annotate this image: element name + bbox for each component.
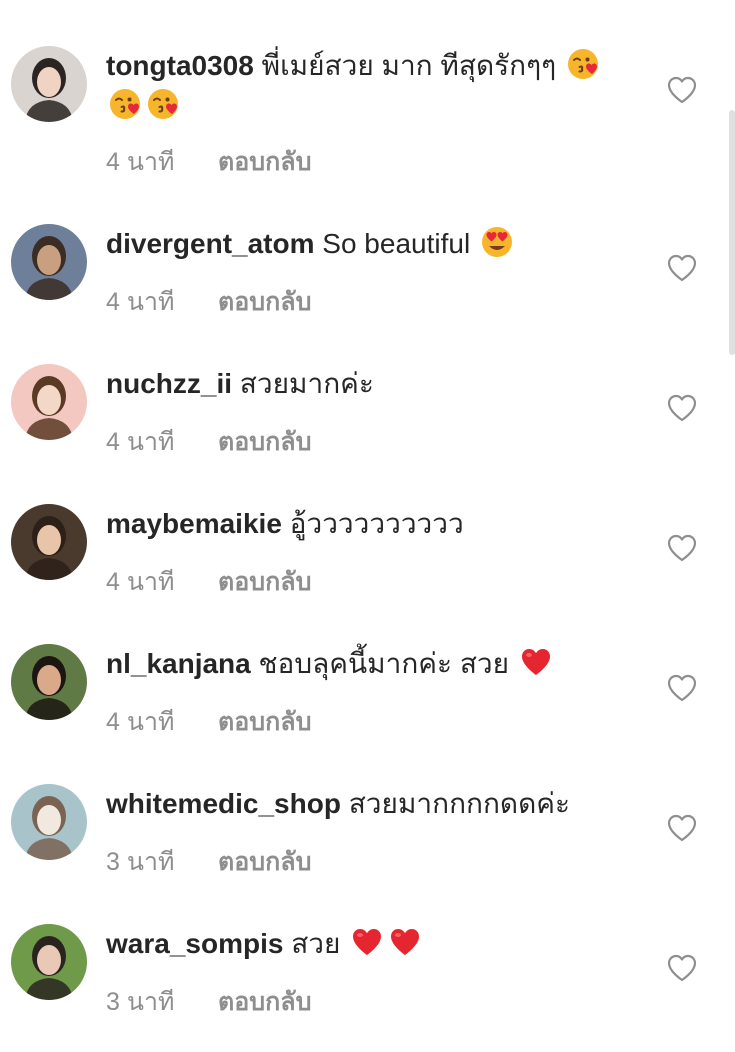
comment-item: tongta0308 พี่เมย์สวย มาก ทีสุดรักๆๆ 4 น… xyxy=(0,34,735,176)
comment-body: ชอบลุคนี้มากค่ะ สวย xyxy=(258,648,510,679)
kissing-heart-emoji-icon xyxy=(108,87,142,121)
comment-item: divergent_atom So beautiful 4 นาที ตอบกลั… xyxy=(0,212,735,352)
comment-username[interactable]: whitemedic_shop xyxy=(106,788,341,819)
like-heart-icon[interactable] xyxy=(666,393,698,423)
comment-body: สวย xyxy=(291,928,341,959)
comment-body: สวยมากค่ะ xyxy=(239,368,374,399)
comment-username[interactable]: tongta0308 xyxy=(106,50,254,81)
comment-username[interactable]: wara_sompis xyxy=(106,928,283,959)
avatar[interactable] xyxy=(11,924,87,1000)
avatar[interactable] xyxy=(11,504,87,580)
comment-timestamp: 4 นาที xyxy=(106,568,175,596)
comment-username[interactable]: nl_kanjana xyxy=(106,648,251,679)
like-heart-icon[interactable] xyxy=(666,813,698,843)
comment-text: wara_sompis สวย xyxy=(106,924,636,964)
comment-username[interactable]: maybemaikie xyxy=(106,508,282,539)
comment-item: nuchzz_ii สวยมากค่ะ 4 นาที ตอบกลับ xyxy=(0,352,735,492)
comment-meta: 4 นาที ตอบกลับ xyxy=(106,142,311,182)
reply-button[interactable]: ตอบกลับ xyxy=(218,708,311,736)
comment-meta: 4 นาที ตอบกลับ xyxy=(106,702,311,742)
like-heart-icon[interactable] xyxy=(666,953,698,983)
comment-body: พี่เมย์สวย มาก ทีสุดรักๆๆ xyxy=(261,50,557,81)
like-heart-icon[interactable] xyxy=(666,253,698,283)
comment-meta: 4 นาที ตอบกลับ xyxy=(106,422,311,462)
comment-item: whitemedic_shop สวยมากกกกดดค่ะ 3 นาที ตอบ… xyxy=(0,772,735,912)
red-heart-emoji-icon xyxy=(388,925,422,959)
comment-text: tongta0308 พี่เมย์สวย มาก ทีสุดรักๆๆ xyxy=(106,46,636,126)
avatar[interactable] xyxy=(11,784,87,860)
like-heart-icon[interactable] xyxy=(666,75,698,105)
comment-timestamp: 3 นาที xyxy=(106,988,175,1016)
comment-meta: 4 นาที ตอบกลับ xyxy=(106,562,311,602)
like-heart-icon[interactable] xyxy=(666,673,698,703)
comment-username[interactable]: nuchzz_ii xyxy=(106,368,232,399)
comment-timestamp: 4 นาที xyxy=(106,428,175,456)
comment-text: nuchzz_ii สวยมากค่ะ xyxy=(106,364,636,404)
avatar[interactable] xyxy=(11,644,87,720)
comment-text: whitemedic_shop สวยมากกกกดดค่ะ xyxy=(106,784,636,824)
heart-eyes-emoji-icon xyxy=(480,225,514,259)
comment-username[interactable]: divergent_atom xyxy=(106,228,315,259)
comment-item: maybemaikie อู้วววววววววว 4 นาที ตอบกลับ xyxy=(0,492,735,632)
emoji-group xyxy=(517,648,555,679)
comment-timestamp: 4 นาที xyxy=(106,288,175,316)
comment-text: nl_kanjana ชอบลุคนี้มากค่ะ สวย xyxy=(106,644,636,684)
kissing-heart-emoji-icon xyxy=(146,87,180,121)
reply-button[interactable]: ตอบกลับ xyxy=(218,288,311,316)
comment-body: อู้วววววววววว xyxy=(289,508,464,539)
comment-meta: 3 นาที ตอบกลับ xyxy=(106,982,311,1022)
reply-button[interactable]: ตอบกลับ xyxy=(218,568,311,596)
comment-meta: 3 นาที ตอบกลับ xyxy=(106,842,311,882)
emoji-group xyxy=(348,928,424,959)
comment-body: So beautiful xyxy=(322,228,471,259)
reply-button[interactable]: ตอบกลับ xyxy=(218,988,311,1016)
red-heart-emoji-icon xyxy=(519,645,553,679)
comment-text: maybemaikie อู้วววววววววว xyxy=(106,504,636,544)
like-heart-icon[interactable] xyxy=(666,533,698,563)
reply-button[interactable]: ตอบกลับ xyxy=(218,848,311,876)
red-heart-emoji-icon xyxy=(350,925,384,959)
comment-meta: 4 นาที ตอบกลับ xyxy=(106,282,311,322)
comment-item: nl_kanjana ชอบลุคนี้มากค่ะ สวย 4 นาที ตอบ… xyxy=(0,632,735,772)
avatar[interactable] xyxy=(11,224,87,300)
avatar[interactable] xyxy=(11,46,87,122)
comment-body: สวยมากกกกดดค่ะ xyxy=(348,788,571,819)
avatar[interactable] xyxy=(11,364,87,440)
reply-button[interactable]: ตอบกลับ xyxy=(218,148,311,176)
comment-timestamp: 4 นาที xyxy=(106,708,175,736)
comment-timestamp: 3 นาที xyxy=(106,848,175,876)
comment-timestamp: 4 นาที xyxy=(106,148,175,176)
reply-button[interactable]: ตอบกลับ xyxy=(218,428,311,456)
comment-item: wara_sompis สวย 3 นาที ตอบกลับ xyxy=(0,912,735,1052)
comment-text: divergent_atom So beautiful xyxy=(106,224,636,264)
kissing-heart-emoji-icon xyxy=(566,47,600,81)
emoji-group xyxy=(478,225,516,259)
